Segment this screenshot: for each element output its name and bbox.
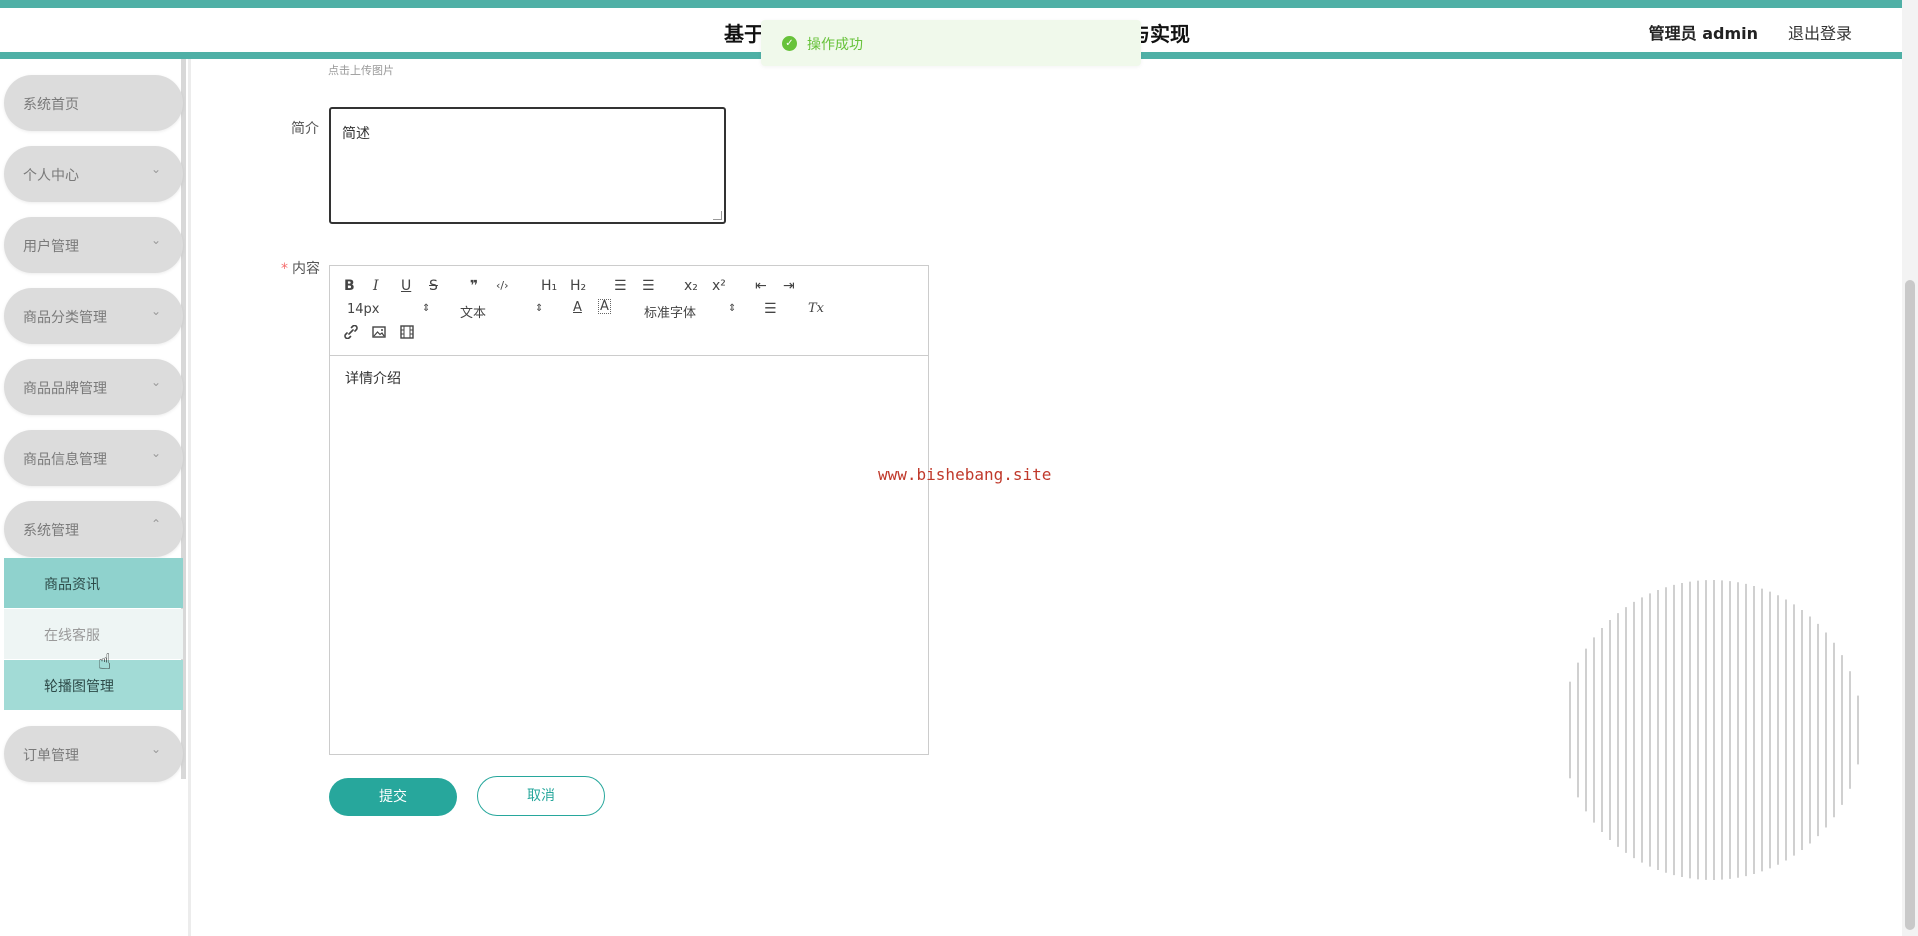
- sidebar-item-label: 系统管理: [23, 523, 79, 539]
- chevron-up-icon: ⌃: [150, 517, 161, 531]
- align-button[interactable]: ☰: [764, 300, 777, 318]
- decorative-striped-circle: [1569, 580, 1859, 880]
- chevron-down-icon: ⌄: [150, 446, 161, 460]
- outdent-button[interactable]: ⇤: [755, 277, 767, 295]
- logout-button[interactable]: 退出登录: [1788, 20, 1852, 44]
- link-icon[interactable]: [344, 324, 358, 344]
- sidebar-item-personal-center[interactable]: 个人中心 ⌄: [4, 146, 183, 202]
- sidebar-item-product-management[interactable]: 商品信息管理 ⌄: [4, 430, 183, 486]
- background-color-button[interactable]: A: [598, 299, 611, 314]
- required-mark: *: [281, 261, 288, 277]
- sidebar-edge: [188, 59, 191, 936]
- blockquote-button[interactable]: ❞: [470, 277, 478, 295]
- strike-button[interactable]: S: [429, 277, 438, 295]
- superscript-button[interactable]: x²: [712, 277, 726, 295]
- bold-button[interactable]: B: [344, 277, 355, 295]
- chevron-down-icon: ⌄: [150, 233, 161, 247]
- rich-text-editor: B I U S ❞ ‹/› H₁ H₂ ☰ ☰ x₂ x² ⇤ ⇥ 14px ⇕…: [329, 265, 929, 755]
- sidebar-item-brand-management[interactable]: 商品品牌管理 ⌄: [4, 359, 183, 415]
- sidebar-item-order-management[interactable]: 订单管理 ⌄: [4, 726, 183, 782]
- submenu-label: 轮播图管理: [44, 679, 114, 695]
- code-block-button[interactable]: ‹/›: [496, 277, 509, 295]
- subscript-button[interactable]: x₂: [684, 277, 698, 295]
- bullet-list-button[interactable]: ☰: [642, 277, 655, 295]
- content-label-text: 内容: [292, 261, 320, 277]
- chevron-down-icon: ⌄: [150, 304, 161, 318]
- page-scrollbar-thumb[interactable]: [1905, 280, 1915, 930]
- header-top-stripe: [0, 0, 1902, 8]
- editor-toolbar: B I U S ❞ ‹/› H₁ H₂ ☰ ☰ x₂ x² ⇤ ⇥ 14px ⇕…: [330, 266, 928, 356]
- toast-message: 操作成功: [807, 37, 863, 53]
- chevron-down-icon: ⌄: [150, 742, 161, 756]
- ordered-list-button[interactable]: ☰: [614, 277, 627, 295]
- font-size-select[interactable]: 14px: [347, 302, 380, 317]
- select-arrow-icon: ⇕: [728, 303, 737, 314]
- submenu-label: 商品资讯: [44, 577, 100, 593]
- submenu-item-news[interactable]: 商品资讯: [4, 558, 183, 608]
- chevron-down-icon: ⌄: [150, 375, 161, 389]
- sidebar-item-label: 订单管理: [23, 748, 79, 764]
- editor-content: 详情介绍: [345, 371, 401, 387]
- h1-button[interactable]: H₁: [541, 277, 557, 295]
- submenu-item-carousel-management[interactable]: 轮播图管理: [4, 660, 183, 710]
- text-color-button[interactable]: A: [573, 299, 582, 317]
- sidebar-item-category-management[interactable]: 商品分类管理 ⌄: [4, 288, 183, 344]
- sidebar-item-home[interactable]: 系统首页: [4, 75, 183, 131]
- indent-button[interactable]: ⇥: [783, 277, 795, 295]
- h2-button[interactable]: H₂: [570, 277, 586, 295]
- resize-grip-icon[interactable]: [713, 211, 722, 220]
- sidebar-item-label: 系统首页: [23, 97, 79, 113]
- current-user: 管理员 admin: [1648, 24, 1758, 43]
- cancel-button[interactable]: 取消: [477, 776, 605, 816]
- italic-button[interactable]: I: [373, 277, 379, 295]
- sidebar-item-system-management[interactable]: 系统管理 ⌃: [4, 501, 183, 557]
- header-select[interactable]: 文本: [460, 302, 486, 321]
- image-icon[interactable]: [372, 325, 386, 344]
- submit-button[interactable]: 提交: [329, 778, 457, 816]
- sidebar-item-label: 商品信息管理: [23, 452, 107, 468]
- underline-button[interactable]: U: [401, 277, 411, 295]
- chevron-down-icon: ⌄: [150, 162, 161, 176]
- intro-textarea[interactable]: 简述: [329, 107, 726, 224]
- sidebar-item-label: 商品分类管理: [23, 310, 107, 326]
- sidebar-item-label: 个人中心: [23, 168, 79, 184]
- intro-value: 简述: [342, 126, 370, 142]
- check-circle-icon: ✓: [782, 36, 797, 51]
- header-title-left: 基于: [724, 22, 764, 46]
- hand-cursor-icon: ☝: [98, 650, 112, 675]
- select-arrow-icon: ⇕: [535, 303, 544, 314]
- content-label: * 内容: [281, 258, 320, 278]
- editor-content-area[interactable]: 详情介绍: [330, 356, 928, 754]
- submenu-label: 在线客服: [44, 628, 100, 644]
- video-icon[interactable]: [400, 325, 414, 344]
- submenu-item-online-service[interactable]: 在线客服: [4, 609, 183, 659]
- watermark: www.bishebang.site: [878, 465, 1052, 484]
- sidebar-item-user-management[interactable]: 用户管理 ⌄: [4, 217, 183, 273]
- font-family-select[interactable]: 标准字体: [644, 302, 696, 321]
- sidebar-item-label: 用户管理: [23, 239, 79, 255]
- select-arrow-icon: ⇕: [422, 303, 431, 314]
- intro-label: 简介: [291, 121, 319, 137]
- success-toast: ✓ 操作成功: [761, 20, 1141, 66]
- sidebar-item-label: 商品品牌管理: [23, 381, 107, 397]
- upload-hint: 点击上传图片: [328, 64, 394, 77]
- clear-format-button[interactable]: Tx: [808, 300, 824, 318]
